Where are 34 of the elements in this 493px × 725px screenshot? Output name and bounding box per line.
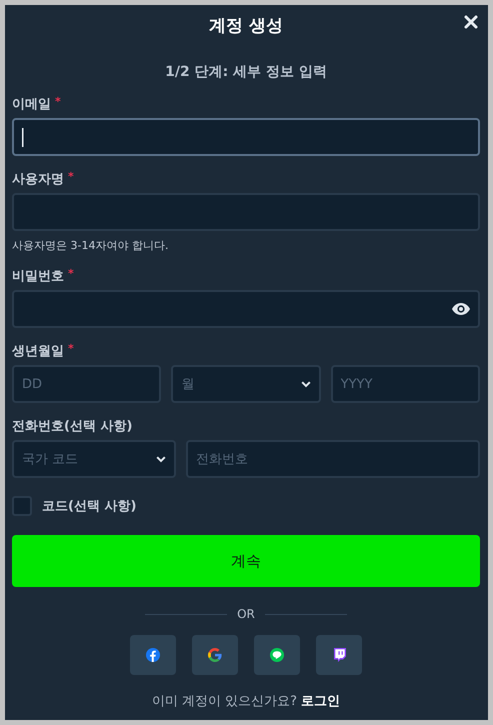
step-heading: 1/2 단계: 세부 정보 입력 (164, 63, 328, 81)
twitch-icon (332, 648, 346, 662)
input-field[interactable]: DD (12, 365, 162, 403)
social-login-button[interactable] (316, 635, 362, 675)
continue-button[interactable]: 계속 (12, 535, 480, 587)
eye-icon[interactable] (452, 303, 470, 315)
chevron-icon (300, 380, 311, 388)
password-field[interactable] (12, 290, 480, 328)
social-login-button[interactable] (254, 635, 300, 675)
hint-text: 사용자명은 3-14자여야 합니다. (12, 238, 170, 253)
field-label: 이메일 (12, 96, 51, 113)
field-label: 전화번호(선택 사항) (12, 418, 132, 435)
field-label: 비밀번호 (12, 268, 64, 285)
chevron-icon (156, 456, 166, 462)
google-icon (208, 648, 222, 662)
input-field[interactable]: YYYY (330, 365, 480, 403)
input-field[interactable] (12, 193, 480, 231)
chat-bubble-icon (270, 648, 284, 662)
required-mark: * (68, 342, 74, 355)
input-field[interactable]: 전화번호 (186, 440, 480, 478)
divider-text: OR (237, 607, 255, 621)
field-label: 사용자명 (12, 171, 64, 188)
facebook-icon (146, 648, 160, 662)
required-mark: * (68, 170, 74, 183)
close-icon[interactable] (462, 13, 480, 31)
footer-text: 이미 계정이 있으신가요? (152, 693, 298, 710)
required-mark: * (68, 267, 74, 280)
login-link[interactable]: 로그인 (301, 692, 340, 710)
field-label: 생년월일 (12, 343, 64, 360)
checkbox-label: 코드(선택 사항) (42, 498, 136, 515)
input-field[interactable] (12, 118, 480, 156)
checkbox[interactable] (12, 496, 32, 516)
dialog-title: 계정 생성 (209, 14, 283, 36)
required-mark: * (55, 95, 61, 108)
